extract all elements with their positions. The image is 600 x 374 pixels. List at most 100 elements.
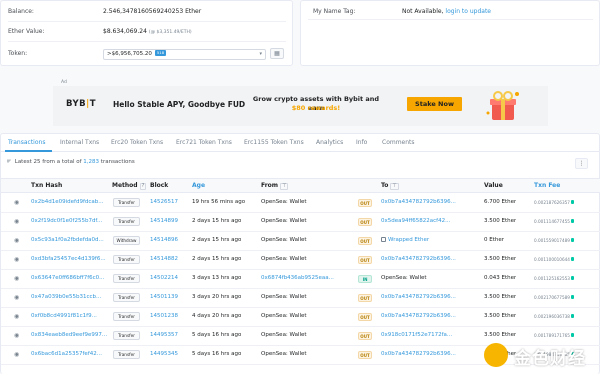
block-link[interactable]: 14514896 — [150, 237, 178, 243]
eye-icon[interactable]: ◉ — [14, 238, 21, 244]
method-badge: Transfer — [113, 255, 140, 264]
to-address-wrap[interactable]: 0x5dea94ff65822acf42... — [381, 218, 477, 224]
to-address-wrap[interactable]: Wrapped Ether — [381, 237, 477, 243]
txn-hash-link[interactable]: 0xf0b8cd4991f81c1f9... — [31, 313, 107, 319]
info-icon[interactable]: ? — [139, 183, 147, 190]
to-address-wrap[interactable]: 0x0b7a434782792b6396... — [381, 256, 477, 262]
tab-comments[interactable]: Comments — [382, 139, 415, 146]
gift-box-illustration — [486, 91, 519, 120]
eye-icon[interactable]: ◉ — [14, 314, 21, 320]
to-address-wrap[interactable]: 0x0b7a434782792b6396... — [381, 199, 477, 205]
tab-transactions[interactable]: Transactions — [8, 139, 45, 146]
block-link[interactable]: 14495357 — [150, 332, 178, 338]
direction-badge: IN — [358, 275, 372, 283]
txn-count-link[interactable]: 1,283 — [83, 159, 99, 165]
value-cell: 6.700 Ether — [484, 199, 517, 205]
filter-icon[interactable]: ⊤ — [280, 183, 289, 190]
fee-value: 0.002187626357 — [534, 200, 570, 205]
to-address: 0x918c0171f52e7172fa... — [381, 332, 453, 338]
block-link[interactable]: 14501139 — [150, 294, 178, 300]
block-link[interactable]: 14514899 — [150, 218, 178, 224]
to-address: Wrapped Ether — [388, 237, 430, 243]
logo-suffix: T — [89, 99, 97, 109]
tab-internal-txns[interactable]: Internal Txns — [60, 139, 99, 146]
col-method-label: Method — [112, 182, 138, 189]
to-address-wrap[interactable]: 0x0b7a434782792b6396... — [381, 351, 477, 357]
to-address-wrap[interactable]: 0x0b7a434782792b6396... — [381, 294, 477, 300]
token-dropdown[interactable]: >$6,956,705.20 518 ▾ — [103, 49, 266, 60]
fee-cell: 0.002170677589 — [534, 295, 574, 300]
wallet-icon[interactable]: ▦ — [270, 48, 284, 59]
eye-icon[interactable]: ◉ — [14, 219, 21, 225]
token-row: Token: >$6,956,705.20 518 ▾ ▦ — [8, 48, 286, 60]
logo-prefix: BYB — [66, 99, 87, 109]
age-cell: 2 days 15 hrs ago — [192, 256, 242, 262]
to-address: 0x0b7a434782792b6396... — [381, 294, 456, 300]
table-row: ◉ 0x63647e0ff686bff7f6c0... Transfer 145022… — [1, 270, 600, 289]
col-age[interactable]: Age — [192, 182, 205, 189]
summary-prefix: Latest 25 from a total of — [14, 159, 82, 165]
col-txn-hash: Txn Hash — [31, 182, 63, 189]
tab-erc1155[interactable]: Erc1155 Token Txns — [244, 139, 304, 146]
txn-hash-link[interactable]: 0x2b4d1e09idefd9fdcab... — [31, 199, 107, 205]
eye-icon[interactable]: ◉ — [14, 257, 21, 263]
block-link[interactable]: 14526517 — [150, 199, 178, 205]
eye-icon[interactable]: ◉ — [14, 200, 21, 206]
txn-hash-link[interactable]: 0x63647e0ff686bff7f6c0... — [31, 275, 107, 281]
tab-bar: Transactions Internal Txns Erc20 Token T… — [1, 134, 600, 152]
more-info-card: My Name Tag: Not Available, login to upd… — [300, 0, 600, 66]
to-address-wrap[interactable]: 0x918c0171f52e7172fa... — [381, 332, 477, 338]
token-label: Token: — [8, 50, 28, 57]
to-address: 0x0b7a434782792b6396... — [381, 351, 456, 357]
from-address[interactable]: 0x6874fb436ab9525eaa... — [261, 275, 355, 281]
fee-indicator-icon — [570, 276, 574, 280]
block-link[interactable]: 14502214 — [150, 275, 178, 281]
more-options-icon[interactable]: ⋮ — [575, 158, 588, 169]
eye-icon[interactable]: ◉ — [14, 276, 21, 282]
age-cell: 5 days 16 hrs ago — [192, 332, 242, 338]
col-block: Block — [150, 182, 169, 189]
txn-hash-link[interactable]: 0x47a039b0e55b31ccb... — [31, 294, 107, 300]
fee-indicator-icon — [570, 314, 574, 318]
ad-section: Ad BYB|T Hello Stable APY, Goodbye FUD G… — [0, 78, 600, 128]
sort-icon — [7, 159, 11, 163]
tab-analytics[interactable]: Analytics — [316, 139, 343, 146]
ad-banner[interactable]: BYB|T Hello Stable APY, Goodbye FUD Grow… — [53, 86, 548, 126]
token-value: >$6,956,705.20 — [107, 51, 152, 57]
to-address: 0x5dea94ff65822acf42... — [381, 218, 451, 224]
txn-hash-link[interactable]: 0xd3bfa25457ec4d139f6... — [31, 256, 107, 262]
eye-icon[interactable]: ◉ — [14, 333, 21, 339]
contract-icon — [381, 237, 386, 242]
filter-icon[interactable]: ⊤ — [390, 183, 399, 190]
col-txn-fee[interactable]: Txn Fee — [534, 182, 560, 189]
txn-hash-link[interactable]: 0x834eaeb8ed9eef9e997... — [31, 332, 107, 338]
fee-indicator-icon — [570, 257, 574, 261]
fee-indicator-icon — [570, 219, 574, 223]
active-tab-indicator — [5, 150, 52, 152]
age-cell: 3 days 13 hrs ago — [192, 275, 242, 281]
tab-info[interactable]: Info — [356, 139, 367, 146]
ether-value-row: Ether Value: $8.634,069.24 (@ $3,351.49/… — [8, 26, 286, 38]
value-cell: 3.500 Ether — [484, 218, 517, 224]
tab-erc721[interactable]: Erc721 Token Txns — [176, 139, 232, 146]
block-link[interactable]: 14514882 — [150, 256, 178, 262]
age-cell: 4 days 20 hrs ago — [192, 313, 242, 319]
eye-icon[interactable]: ◉ — [14, 295, 21, 301]
name-tag-value: Not Available, — [402, 8, 444, 15]
tab-erc20[interactable]: Erc20 Token Txns — [111, 139, 163, 146]
stake-now-button[interactable]: Stake Now — [407, 97, 462, 111]
ad-headline: Hello Stable APY, Goodbye FUD — [113, 100, 246, 109]
fee-cell: 0.001559017489 — [534, 238, 574, 243]
block-link[interactable]: 14501238 — [150, 313, 178, 319]
txn-hash-link[interactable]: 0x6bac6d1a25357fef42... — [31, 351, 107, 357]
txn-hash-link[interactable]: 0x5c93a1f0a2fbdefda0d... — [31, 237, 107, 243]
to-address-wrap[interactable]: 0x0b7a434782792b6396... — [381, 313, 477, 319]
method-badge: Transfer — [113, 331, 140, 340]
eye-icon[interactable]: ◉ — [14, 352, 21, 358]
col-to: To ⊤ — [381, 182, 399, 190]
txn-hash-link[interactable]: 0x2f19dc0f1e0f255b7df... — [31, 218, 107, 224]
block-link[interactable]: 14495345 — [150, 351, 178, 357]
login-link[interactable]: login to update — [445, 8, 491, 15]
col-method: Method? — [112, 182, 147, 190]
from-address: OpenSea: Wallet — [261, 199, 307, 205]
